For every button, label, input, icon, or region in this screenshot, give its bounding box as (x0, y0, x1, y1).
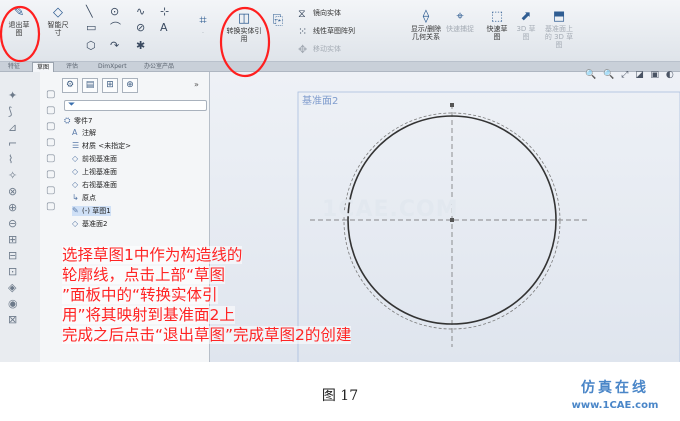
solidworks-screenshot: ✎ 退出草图 ◇ 智能尺寸 ╲ ▭ ⬡ ⊙ ⌒ ↷ ∿ ⊘ ✱ ⊹ A ⌗ · … (0, 0, 680, 362)
tree-item-front-plane[interactable]: ◇ 前视基准面 (72, 154, 117, 164)
part-icon: ⛭ (64, 116, 71, 125)
material-icon: ☰ (72, 141, 80, 150)
convert-entities-highlight (219, 6, 271, 78)
tree-root[interactable]: ⛭ 零件7 (64, 116, 92, 126)
fm-side-icon-3[interactable]: ▢ (46, 122, 55, 132)
annotation-line-2: 轮廓线，点击上部“草图 (62, 266, 226, 284)
annotations-icon: A (72, 128, 78, 137)
feature-filter-input[interactable]: ⏷ (64, 100, 207, 111)
sketch-icon: ✎ (72, 206, 79, 215)
plane-icon: ◇ (72, 167, 79, 176)
left-toolbar: ✦ ⟆ ⊿ ⌐ ⌇ ✧ ⊗ ⊕ ⊖ ⊞ ⊟ ⊡ ◈ ◉ ⊠ (0, 72, 40, 362)
plane-icon: ◇ (72, 154, 79, 163)
fm-side-icon-1[interactable]: ▢ (46, 90, 55, 100)
watermark: 1CAE.COM (322, 197, 459, 222)
fm-tab-bar: ⚙ ▤ ⊞ ⊕ » (62, 78, 207, 94)
feature-tree-tab-icon[interactable]: ⚙ (62, 78, 78, 93)
tool-icon-8[interactable]: ⊕ (8, 202, 17, 214)
tool-icon-6[interactable]: ✧ (8, 170, 17, 182)
tool-icon-3[interactable]: ⊿ (8, 122, 17, 134)
fm-side-icon-7[interactable]: ▢ (46, 186, 55, 196)
tool-icon-2[interactable]: ⟆ (8, 106, 12, 118)
expand-icon[interactable]: » (194, 80, 199, 89)
plane2-outline (297, 91, 680, 362)
tool-icon-10[interactable]: ⊞ (8, 234, 17, 246)
tool-icon-13[interactable]: ◈ (8, 282, 16, 294)
fm-side-icon-6[interactable]: ▢ (46, 170, 55, 180)
fm-side-icon-8[interactable]: ▢ (46, 202, 55, 212)
annotation-line-4: 用”将其映射到基准面2上 (62, 306, 235, 324)
tree-item-origin[interactable]: ↳ 原点 (72, 193, 96, 203)
fm-side-icon-4[interactable]: ▢ (46, 138, 55, 148)
tree-item-top-plane[interactable]: ◇ 上视基准面 (72, 167, 117, 177)
annotation-line-5: 完成之后点击“退出草图”完成草图2的创建 (62, 326, 352, 344)
tool-icon-5[interactable]: ⌇ (8, 154, 13, 166)
property-manager-tab-icon[interactable]: ▤ (82, 78, 98, 93)
tool-icon-12[interactable]: ⊡ (8, 266, 17, 278)
origin-icon: ↳ (72, 193, 79, 202)
tool-icon-7[interactable]: ⊗ (8, 186, 17, 198)
dimxpert-tab-icon[interactable]: ⊕ (122, 78, 138, 93)
configuration-tab-icon[interactable]: ⊞ (102, 78, 118, 93)
sketch-point-top[interactable] (450, 103, 454, 107)
tree-item-right-plane[interactable]: ◇ 右视基准面 (72, 180, 117, 190)
filter-icon: ⏷ (68, 100, 76, 110)
plane-icon: ◇ (72, 180, 79, 189)
annotation-line-3: ”面板中的“转换实体引 (62, 286, 218, 304)
brand-logo-text: 仿真在线 (581, 380, 649, 396)
tool-icon-11[interactable]: ⊟ (8, 250, 17, 262)
plane-label: 基准面2 (302, 96, 339, 107)
tool-icon-4[interactable]: ⌐ (8, 138, 17, 150)
fm-side-icon-5[interactable]: ▢ (46, 154, 55, 164)
tool-icon-15[interactable]: ⊠ (8, 314, 17, 326)
tree-item-plane2[interactable]: ◇ 基准面2 (72, 219, 107, 229)
brand-site-link[interactable]: www.1CAE.com (556, 400, 674, 412)
tool-icon-1[interactable]: ✦ (8, 90, 17, 102)
annotation-line-1: 选择草图1中作为构造线的 (62, 246, 243, 264)
tree-item-annotations[interactable]: A 注解 (72, 128, 96, 138)
fm-side-icon-2[interactable]: ▢ (46, 106, 55, 116)
plane-icon: ◇ (72, 219, 79, 228)
exit-sketch-highlight (0, 5, 41, 63)
tree-item-sketch1[interactable]: ✎ (-) 草图1 (72, 206, 111, 216)
tool-icon-14[interactable]: ◉ (8, 298, 18, 310)
tool-icon-9[interactable]: ⊖ (8, 218, 17, 230)
highlight-rings (0, 5, 271, 78)
tree-item-material[interactable]: ☰ 材质 <未指定> (72, 141, 131, 151)
